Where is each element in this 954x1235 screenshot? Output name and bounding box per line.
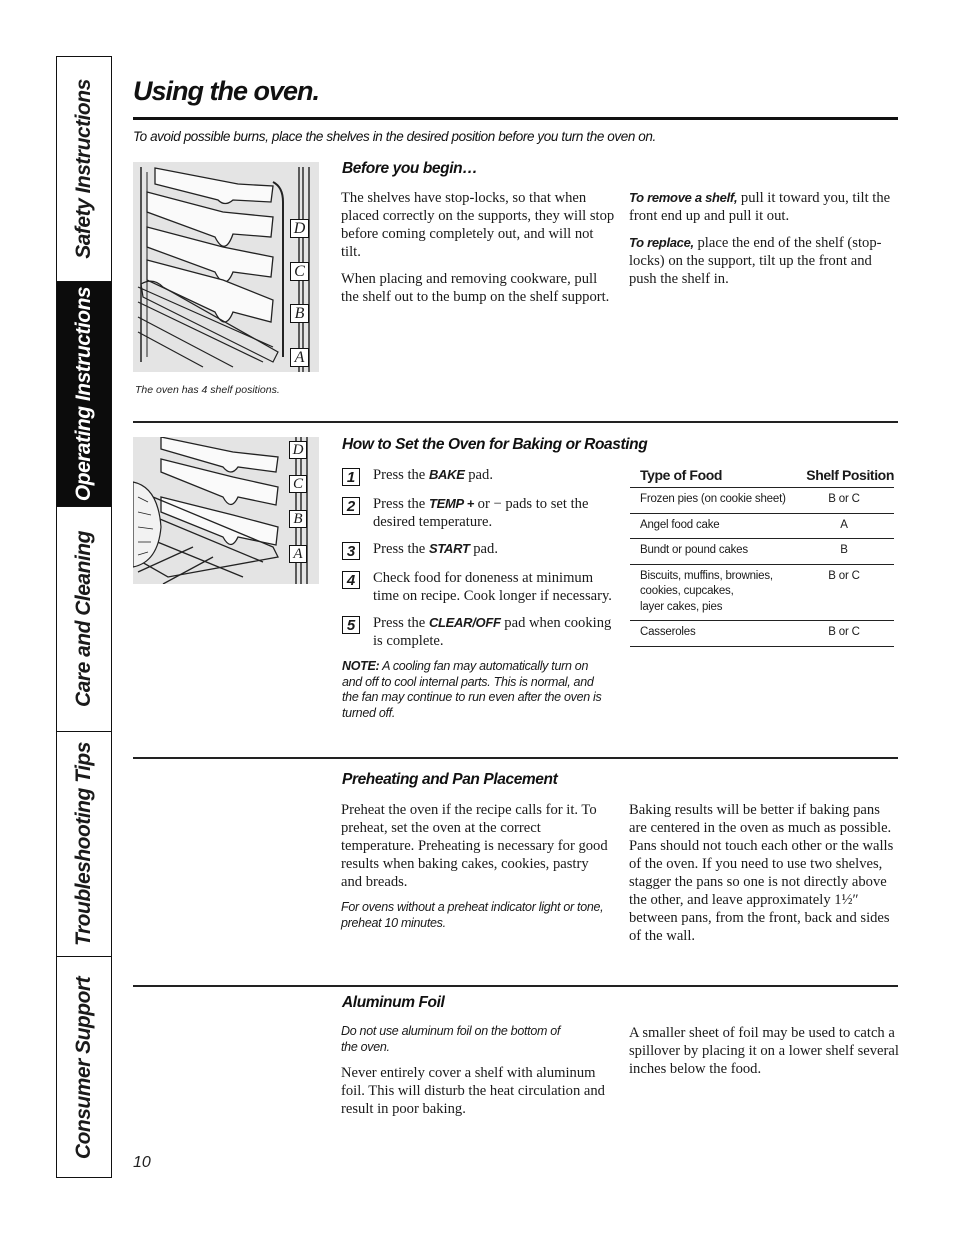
tab-label: Care and Cleaning: [72, 531, 96, 707]
step-number: 5: [342, 616, 360, 634]
section-tabs: Safety Instructions Operating Instructio…: [56, 56, 112, 1178]
food-cell: Casseroles: [630, 620, 794, 647]
baking-shelf-label-c: C: [289, 475, 307, 493]
step-5: 5 Press the CLEAR/OFF pad when cooking i…: [342, 614, 612, 650]
tab-label: Safety Instructions: [72, 79, 96, 259]
tab-safety-instructions[interactable]: Safety Instructions: [57, 57, 111, 282]
step-text: Press the START pad.: [373, 541, 498, 557]
food-cell: Frozen pies (on cookie sheet): [630, 487, 794, 514]
step-number: 1: [342, 468, 360, 486]
shelf-label-d: D: [290, 219, 309, 238]
food-cell: Angel food cake: [630, 513, 794, 539]
position-cell: B: [794, 538, 894, 565]
tab-care-and-cleaning[interactable]: Care and Cleaning: [57, 507, 111, 732]
step-4: 4 Check food for doneness at minimum tim…: [342, 569, 612, 605]
step-text: Press the CLEAR/OFF pad when cooking is …: [373, 615, 612, 649]
cookware-paragraph: When placing and removing cookware, pull…: [341, 271, 610, 305]
baking-shelf-label-d: D: [289, 441, 307, 459]
aluminum-foil-right-column: A smaller sheet of foil may be used to c…: [629, 1024, 899, 1087]
position-cell: A: [794, 513, 894, 539]
position-cell: B or C: [794, 487, 894, 514]
baking-steps: 1 Press the BAKE pad. 2 Press the TEMP +…: [342, 466, 612, 721]
tab-consumer-support[interactable]: Consumer Support: [57, 957, 111, 1178]
step-number: 3: [342, 542, 360, 560]
step-number: 4: [342, 571, 360, 589]
preheat-note: For ovens without a preheat indicator li…: [341, 900, 604, 930]
food-cell: Biscuits, muffins, brownies, cookies, cu…: [630, 564, 794, 621]
step-text: Check food for doneness at minimum time …: [373, 570, 612, 604]
replace-shelf-paragraph: To replace, place the end of the shelf (…: [629, 234, 899, 288]
tab-troubleshooting-tips[interactable]: Troubleshooting Tips: [57, 732, 111, 957]
foil-bottom-warning: Do not use aluminum foil on the bottom o…: [341, 1024, 561, 1054]
table-row: Frozen pies (on cookie sheet) B or C: [630, 487, 894, 514]
baking-shelf-label-b: B: [289, 510, 307, 528]
foil-spillover-paragraph: A smaller sheet of foil may be used to c…: [629, 1025, 899, 1077]
table-row: Biscuits, muffins, brownies, cookies, cu…: [630, 564, 894, 621]
key-label: TEMP +: [428, 496, 474, 511]
replace-shelf-lead: To replace,: [629, 235, 694, 250]
tab-operating-instructions[interactable]: Operating Instructions: [57, 282, 111, 507]
shelf-label-a: A: [290, 348, 309, 367]
before-you-begin-left-column: The shelves have stop-locks, so that whe…: [341, 189, 616, 315]
position-cell: B or C: [794, 564, 894, 621]
note-text: A cooling fan may automatically turn on …: [342, 659, 602, 720]
section-heading-preheating: Preheating and Pan Placement: [342, 771, 558, 788]
intro-warning: To avoid possible burns, place the shelv…: [133, 129, 656, 144]
section-divider: [133, 421, 898, 423]
key-label: BAKE: [428, 467, 465, 482]
step-3: 3 Press the START pad.: [342, 540, 612, 560]
tab-label: Consumer Support: [72, 976, 96, 1159]
baking-shelf-label-a: A: [289, 545, 307, 563]
position-cell: B or C: [794, 620, 894, 647]
key-label: CLEAR/OFF: [428, 615, 501, 630]
step-2: 2 Press the TEMP + or − pads to set the …: [342, 495, 612, 531]
before-you-begin-right-column: To remove a shelf, pull it toward you, t…: [629, 189, 899, 297]
step-number: 2: [342, 497, 360, 515]
aluminum-foil-left-column: Do not use aluminum foil on the bottom o…: [341, 1024, 606, 1127]
section-divider: [133, 985, 898, 987]
cooling-fan-note: NOTE: A cooling fan may automatically tu…: [342, 659, 610, 721]
column-header-shelf-position: Shelf Position: [794, 466, 894, 488]
shelf-label-c: C: [290, 262, 309, 281]
table-header-row: Type of Food Shelf Position: [630, 466, 894, 488]
preheating-right-column: Baking results will be better if baking …: [629, 801, 901, 954]
shelf-position-table: Type of Food Shelf Position Frozen pies …: [630, 466, 894, 647]
section-heading-baking: How to Set the Oven for Baking or Roasti…: [342, 436, 648, 453]
table-row: Angel food cake A: [630, 513, 894, 539]
foil-shelf-paragraph: Never entirely cover a shelf with alumin…: [341, 1065, 605, 1117]
pan-placement-paragraph: Baking results will be better if baking …: [629, 802, 894, 944]
section-heading-aluminum-foil: Aluminum Foil: [342, 994, 445, 1011]
preheating-left-column: Preheat the oven if the recipe calls for…: [341, 801, 613, 940]
tab-label: Troubleshooting Tips: [72, 742, 96, 946]
note-label: NOTE:: [342, 659, 380, 673]
remove-shelf-paragraph: To remove a shelf, pull it toward you, t…: [629, 189, 899, 225]
step-text: Press the TEMP + or − pads to set the de…: [373, 496, 589, 530]
remove-shelf-lead: To remove a shelf,: [629, 190, 738, 205]
table-row: Bundt or pound cakes B: [630, 538, 894, 565]
tab-label: Operating Instructions: [72, 286, 95, 502]
step-text: Press the BAKE pad.: [373, 467, 493, 483]
shelf-label-b: B: [290, 304, 309, 323]
step-1: 1 Press the BAKE pad.: [342, 466, 612, 486]
page-title: Using the oven.: [133, 76, 320, 106]
preheat-paragraph: Preheat the oven if the recipe calls for…: [341, 802, 608, 890]
food-cell: Bundt or pound cakes: [630, 538, 794, 565]
illustration-caption: The oven has 4 shelf positions.: [135, 384, 280, 396]
column-header-type-of-food: Type of Food: [630, 466, 794, 488]
page-number: 10: [133, 1154, 151, 1171]
stop-locks-paragraph: The shelves have stop-locks, so that whe…: [341, 190, 615, 260]
section-heading-before-you-begin: Before you begin…: [342, 160, 478, 177]
section-divider: [133, 757, 898, 759]
key-label: START: [428, 541, 470, 556]
title-divider: [133, 117, 898, 120]
table-row: Casseroles B or C: [630, 620, 894, 647]
